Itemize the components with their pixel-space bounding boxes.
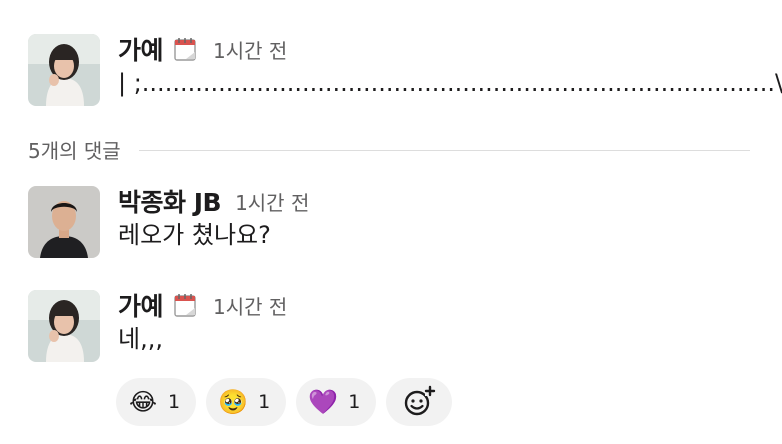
reaction-count: 1 [168,391,181,413]
reply-message: 박종화 JB 1시간 전 레오가 쳤나요? [28,186,762,258]
laughing-tears-emoji-icon: 😂 [128,388,158,416]
avatar[interactable] [28,34,100,106]
notepad-icon [171,35,199,63]
divider-line [138,149,750,151]
reply-message: 가예 1시간 전 네,,, [28,290,762,362]
avatar[interactable] [28,186,100,258]
avatar-image [28,290,100,362]
timestamp[interactable]: 1시간 전 [213,35,287,64]
message-text: | ;.....................................… [118,69,782,97]
reaction-pleading-face[interactable]: 🥹 1 [206,378,287,426]
reaction-laughing-tears[interactable]: 😂 1 [116,378,197,426]
message-text: 레오가 쳤나요? [118,221,271,249]
avatar-image [28,34,100,106]
reactions-bar: 😂 1 🥹 1 💜 1 [116,378,453,426]
timestamp[interactable]: 1시간 전 [235,187,309,216]
notepad-icon [171,291,199,319]
reply-count-label: 5개의 댓글 [28,138,121,163]
thread-view: 가예 1시간 전 | ;............................… [0,0,782,444]
message-text: 네,,, [118,325,163,353]
reaction-count: 1 [348,391,361,413]
pleading-face-emoji-icon: 🥹 [218,388,249,416]
author-name[interactable]: 박종화 JB [118,183,222,219]
author-name[interactable]: 가예 [118,287,164,323]
reaction-count: 1 [258,391,271,413]
purple-heart-emoji-icon: 💜 [308,388,339,416]
add-emoji-icon [405,385,436,416]
add-reaction-button[interactable] [386,378,453,426]
reaction-purple-heart[interactable]: 💜 1 [296,378,377,426]
author-name[interactable]: 가예 [118,31,164,67]
avatar-image [28,186,100,258]
timestamp[interactable]: 1시간 전 [213,291,287,320]
reply-count-divider: 5개의 댓글 [28,134,750,164]
avatar[interactable] [28,290,100,362]
message-original: 가예 1시간 전 | ;............................… [28,31,782,106]
